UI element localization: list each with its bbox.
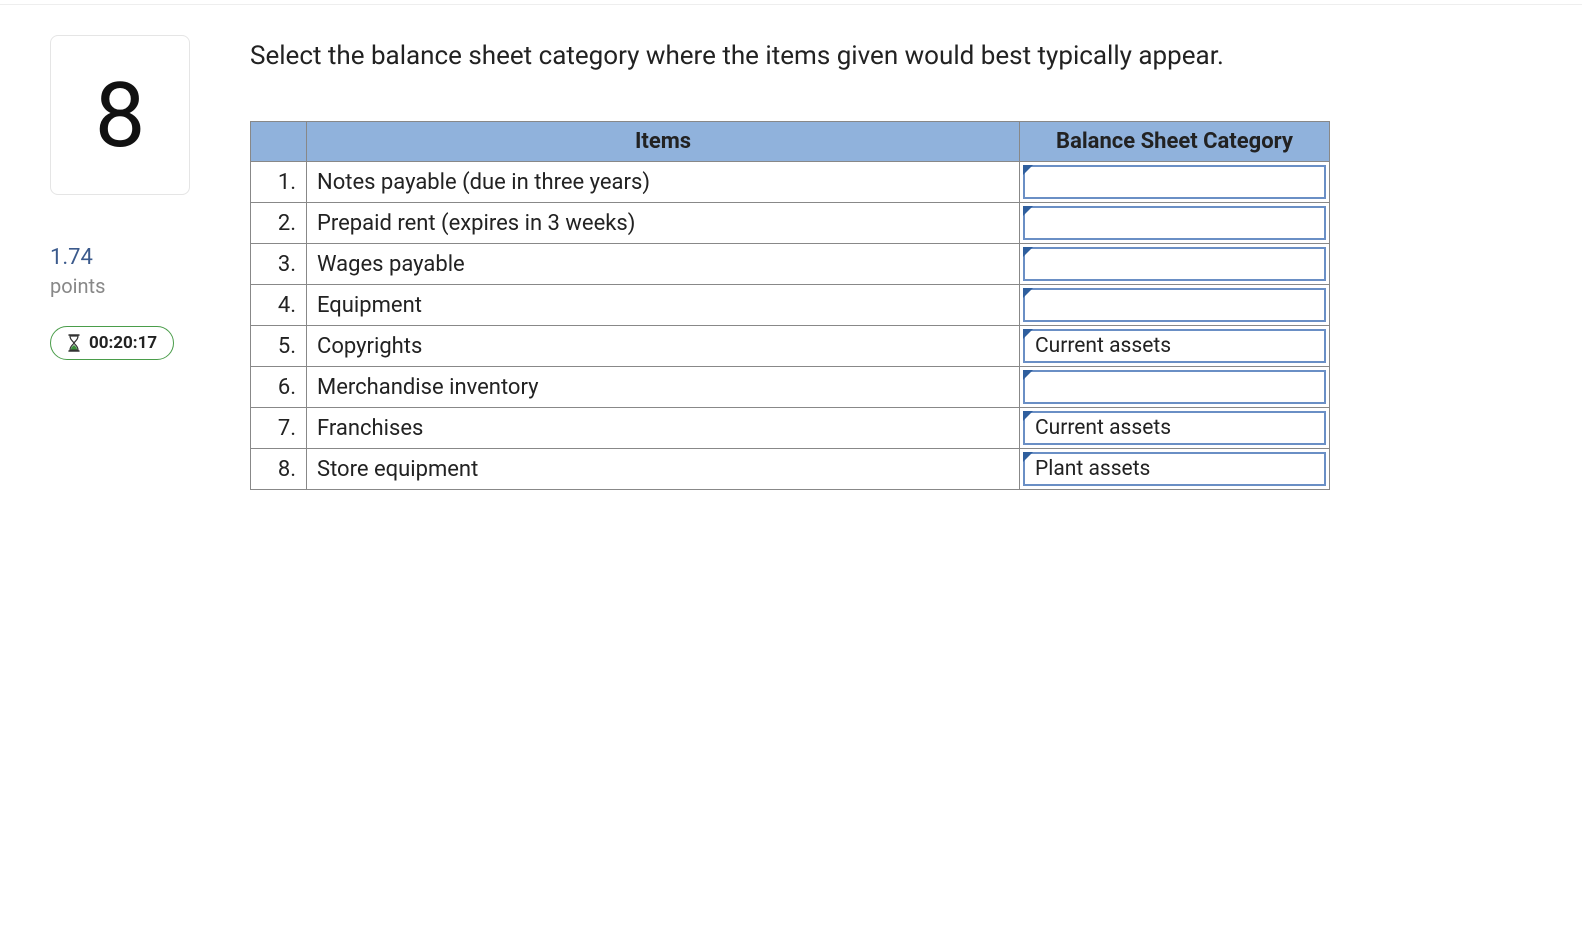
- row-number: 5.: [251, 326, 307, 367]
- row-answer-cell: Current assets: [1020, 326, 1330, 367]
- table-row: 6. Merchandise inventory: [251, 367, 1330, 408]
- row-number: 6.: [251, 367, 307, 408]
- dropdown-caret-icon: [1023, 452, 1033, 462]
- row-answer-cell: [1020, 162, 1330, 203]
- row-answer-cell: Plant assets: [1020, 449, 1330, 490]
- header-items: Items: [307, 122, 1020, 162]
- row-item: Store equipment: [307, 449, 1020, 490]
- row-item: Merchandise inventory: [307, 367, 1020, 408]
- question-number-card: 8: [50, 35, 190, 195]
- timer-value: 00:20:17: [89, 333, 157, 353]
- category-dropdown[interactable]: [1023, 247, 1326, 281]
- table-row: 2. Prepaid rent (expires in 3 weeks): [251, 203, 1330, 244]
- row-number: 8.: [251, 449, 307, 490]
- row-answer-cell: [1020, 244, 1330, 285]
- row-answer-cell: Current assets: [1020, 408, 1330, 449]
- dropdown-value: Current assets: [1035, 334, 1171, 358]
- row-number: 4.: [251, 285, 307, 326]
- question-prompt: Select the balance sheet category where …: [250, 41, 1330, 71]
- question-sidebar: 8 1.74 points 00:20:17: [50, 35, 200, 490]
- timer-pill: 00:20:17: [50, 326, 174, 360]
- row-answer-cell: [1020, 285, 1330, 326]
- dropdown-value: Current assets: [1035, 416, 1171, 440]
- category-dropdown[interactable]: Current assets: [1023, 329, 1326, 363]
- category-dropdown[interactable]: Plant assets: [1023, 452, 1326, 486]
- table-row: 1. Notes payable (due in three years): [251, 162, 1330, 203]
- points-label: points: [50, 274, 105, 298]
- row-answer-cell: [1020, 203, 1330, 244]
- row-item: Wages payable: [307, 244, 1020, 285]
- dropdown-caret-icon: [1023, 288, 1033, 298]
- table-row: 8. Store equipment Plant assets: [251, 449, 1330, 490]
- row-item: Equipment: [307, 285, 1020, 326]
- row-item: Notes payable (due in three years): [307, 162, 1020, 203]
- dropdown-caret-icon: [1023, 165, 1033, 175]
- row-item: Copyrights: [307, 326, 1020, 367]
- table-row: 5. Copyrights Current assets: [251, 326, 1330, 367]
- points-block: 1.74 points: [50, 245, 105, 298]
- category-dropdown[interactable]: [1023, 206, 1326, 240]
- row-number: 7.: [251, 408, 307, 449]
- row-answer-cell: [1020, 367, 1330, 408]
- header-corner: [251, 122, 307, 162]
- category-dropdown[interactable]: Current assets: [1023, 411, 1326, 445]
- table-row: 7. Franchises Current assets: [251, 408, 1330, 449]
- row-number: 3.: [251, 244, 307, 285]
- table-row: 3. Wages payable: [251, 244, 1330, 285]
- category-dropdown[interactable]: [1023, 288, 1326, 322]
- question-main: Select the balance sheet category where …: [250, 35, 1330, 490]
- items-table: Items Balance Sheet Category 1. Notes pa…: [250, 121, 1330, 490]
- category-dropdown[interactable]: [1023, 370, 1326, 404]
- dropdown-caret-icon: [1023, 206, 1033, 216]
- points-value: 1.74: [50, 245, 105, 270]
- hourglass-icon: [67, 334, 81, 352]
- dropdown-caret-icon: [1023, 247, 1033, 257]
- table-row: 4. Equipment: [251, 285, 1330, 326]
- dropdown-caret-icon: [1023, 370, 1033, 380]
- category-dropdown[interactable]: [1023, 165, 1326, 199]
- dropdown-caret-icon: [1023, 411, 1033, 421]
- row-number: 2.: [251, 203, 307, 244]
- dropdown-value: Plant assets: [1035, 457, 1150, 481]
- dropdown-caret-icon: [1023, 329, 1033, 339]
- row-item: Prepaid rent (expires in 3 weeks): [307, 203, 1020, 244]
- question-number: 8: [95, 63, 146, 168]
- row-number: 1.: [251, 162, 307, 203]
- table-header-row: Items Balance Sheet Category: [251, 122, 1330, 162]
- header-category: Balance Sheet Category: [1020, 122, 1330, 162]
- row-item: Franchises: [307, 408, 1020, 449]
